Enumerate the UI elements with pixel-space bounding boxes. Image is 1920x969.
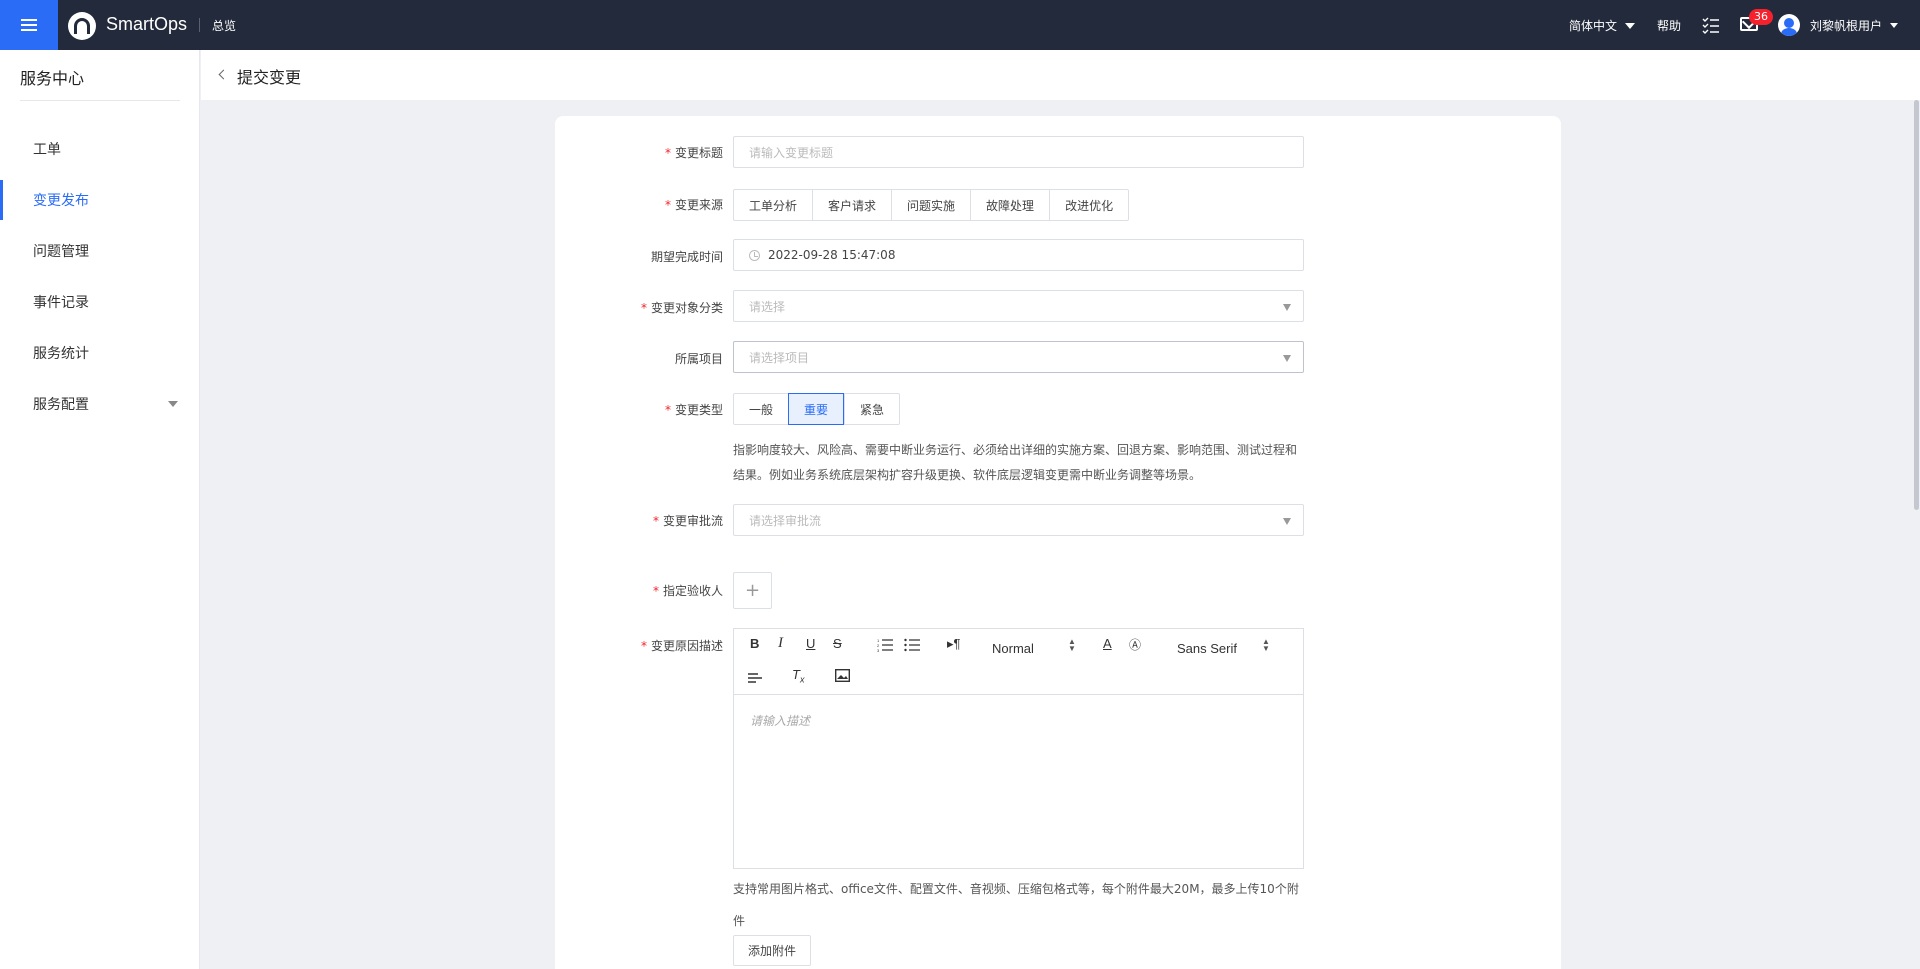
type-option-urgent[interactable]: 紧急 [844, 394, 899, 424]
project-label: 所属项目 [674, 352, 723, 366]
chevron-down-icon [1283, 518, 1291, 525]
avatar[interactable] [1778, 14, 1800, 36]
sidebar-item-label: 问题管理 [33, 244, 89, 260]
sidebar-item-service-config[interactable]: 服务配置 [0, 384, 200, 424]
heading-select[interactable]: Normal [992, 641, 1034, 656]
object-category-select[interactable]: 请选择 [733, 290, 1304, 322]
attachment-hint: 支持常用图片格式、office文件、配置文件、音视频、压缩包格式等，每个附件最大… [733, 882, 1299, 928]
font-family-select[interactable]: Sans Serif [1177, 641, 1237, 656]
chevron-down-icon [168, 401, 178, 407]
approval-flow-select[interactable]: 请选择审批流 [733, 504, 1304, 536]
sidebar-item-label: 工单 [33, 142, 61, 158]
bold-icon[interactable]: B [750, 636, 759, 651]
chevron-down-icon [1890, 23, 1899, 28]
change-type-group: 一般 重要 紧急 [733, 393, 901, 425]
overview-link[interactable]: 总览 [212, 17, 236, 34]
clear-format-icon[interactable]: Tx [792, 667, 804, 685]
divider [199, 18, 200, 32]
expected-time-picker[interactable]: 2022-09-28 15:47:08 [733, 239, 1304, 271]
chevron-down-icon [1625, 22, 1636, 29]
page-header: 提交变更 [201, 50, 1920, 100]
notification-badge: 36 [1749, 9, 1773, 25]
sidebar: 服务中心 工单 变更发布 问题管理 事件记录 服务统计 服务配置 [0, 50, 200, 969]
font-color-icon[interactable]: A [1103, 636, 1112, 651]
expected-time-label: 期望完成时间 [650, 250, 723, 264]
source-option[interactable]: 客户请求 [812, 190, 891, 220]
language-label: 简体中文 [1569, 19, 1618, 33]
change-type-label: * 变更类型 [664, 403, 723, 417]
sidebar-title: 服务中心 [20, 69, 85, 88]
help-link[interactable]: 帮助 [1657, 17, 1681, 34]
editor-placeholder[interactable]: 请输入描述 [750, 712, 810, 729]
project-select[interactable]: 请选择项目 [733, 341, 1304, 373]
svg-text:3: 3 [877, 648, 880, 652]
object-category-label: * 变更对象分类 [640, 301, 723, 315]
paragraph-direction-icon[interactable]: ▸¶ [947, 636, 961, 652]
sidebar-item-label: 事件记录 [33, 295, 89, 311]
sidebar-item-problem-management[interactable]: 问题管理 [0, 231, 200, 271]
chevron-updown-icon: ▲ ▼ [1068, 637, 1076, 653]
back-icon[interactable] [218, 69, 229, 80]
background-color-icon[interactable]: Ⓐ [1129, 636, 1141, 653]
clock-icon [749, 249, 760, 261]
source-option[interactable]: 工单分析 [734, 190, 812, 220]
bullet-list-icon[interactable] [904, 638, 920, 652]
sidebar-item-event-log[interactable]: 事件记录 [0, 282, 200, 322]
task-list-icon[interactable] [1702, 16, 1720, 34]
align-left-icon[interactable] [748, 671, 764, 685]
sidebar-item-label: 服务统计 [33, 346, 89, 362]
menu-icon[interactable] [0, 0, 58, 50]
source-option[interactable]: 改进优化 [1049, 190, 1128, 220]
change-source-label: * 变更来源 [664, 198, 723, 212]
change-type-description: 指影响度较大、风险高、需要中断业务运行、必须给出详细的实施方案、回退方案、影响范… [733, 443, 1298, 482]
editor-toolbar: B I U S 123 ▸¶ Normal ▲ ▼ A Ⓐ Sans Serif … [734, 629, 1303, 695]
italic-icon[interactable]: I [778, 635, 783, 652]
sidebar-item-label: 服务配置 [33, 397, 89, 413]
sidebar-item-label: 变更发布 [33, 193, 89, 209]
chevron-down-icon [1283, 355, 1291, 362]
sidebar-item-change-release[interactable]: 变更发布 [0, 180, 200, 220]
source-option[interactable]: 问题实施 [891, 190, 970, 220]
page-title: 提交变更 [237, 68, 302, 87]
top-bar: SmartOps 总览 简体中文 帮助 36 刘黎帆根用户 [0, 0, 1920, 50]
add-attachment-button[interactable]: 添加附件 [733, 935, 812, 966]
sidebar-item-service-stats[interactable]: 服务统计 [0, 333, 200, 373]
change-title-label: * 变更标题 [664, 146, 723, 160]
chevron-down-icon [1283, 304, 1291, 311]
chevron-updown-icon: ▲ ▼ [1262, 637, 1270, 653]
image-icon[interactable] [835, 669, 850, 682]
rich-text-editor: B I U S 123 ▸¶ Normal ▲ ▼ A Ⓐ Sans Serif … [733, 628, 1304, 869]
reason-label: * 变更原因描述 [640, 639, 723, 653]
brand-name: SmartOps [106, 14, 188, 34]
add-acceptor-button[interactable]: + [733, 572, 772, 609]
logo[interactable] [68, 12, 96, 40]
sidebar-item-tickets[interactable]: 工单 [0, 129, 200, 169]
change-title-input[interactable]: 请输入变更标题 [733, 136, 1304, 168]
type-option-normal[interactable]: 一般 [734, 394, 788, 424]
language-selector[interactable]: 简体中文 [1569, 17, 1636, 34]
source-option[interactable]: 故障处理 [970, 190, 1049, 220]
username: 刘黎帆根用户 [1810, 19, 1883, 33]
strikethrough-icon[interactable]: S [833, 636, 842, 651]
scrollbar-thumb[interactable] [1914, 100, 1919, 510]
ordered-list-icon[interactable]: 123 [877, 638, 893, 652]
divider [20, 100, 180, 101]
change-source-group: 工单分析 客户请求 问题实施 故障处理 改进优化 [733, 189, 1130, 221]
user-menu[interactable]: 刘黎帆根用户 [1810, 17, 1899, 34]
approval-flow-label: * 变更审批流 [652, 514, 723, 528]
type-option-important[interactable]: 重要 [788, 393, 845, 425]
underline-icon[interactable]: U [806, 636, 815, 651]
acceptor-label: * 指定验收人 [652, 584, 723, 598]
